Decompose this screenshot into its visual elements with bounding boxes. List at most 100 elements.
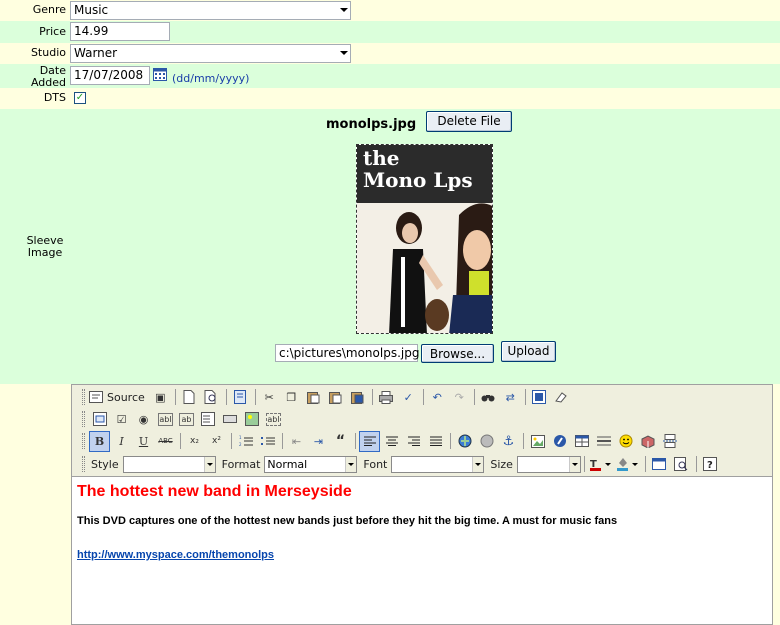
image-button-icon[interactable] (241, 409, 262, 430)
outdent-icon[interactable]: ⇤ (286, 431, 307, 452)
editor-toolbar: Source ▣ ✂ ❐ ✓ ↶ ↷ ⇄ ☑ ◉ abl ab abl B I … (72, 385, 772, 477)
sleeve-label-line2: Image (27, 246, 63, 259)
chevron-down-icon (203, 456, 215, 472)
button-field-icon[interactable] (219, 409, 240, 430)
toolbar-row-3: B I U ABC x₂ x² 12 ⇤ ⇥ “ ⚓ (82, 430, 681, 452)
upload-button[interactable]: Upload (501, 341, 556, 362)
content-link[interactable]: http://www.myspace.com/themonolps (77, 549, 767, 561)
source-button[interactable]: Source (89, 387, 149, 408)
remove-format-icon[interactable] (551, 387, 572, 408)
toolbar-separator (355, 433, 356, 449)
unlink-icon[interactable] (476, 431, 497, 452)
underline-button[interactable]: U (133, 431, 154, 452)
textfield-icon[interactable]: abl (158, 412, 173, 426)
align-right-icon[interactable] (403, 431, 424, 452)
numbered-list-icon[interactable]: 12 (235, 431, 256, 452)
format-combo[interactable]: Normal (264, 455, 358, 473)
content-heading: The hottest new band in Merseyside (77, 483, 352, 500)
radio-icon[interactable]: ◉ (133, 409, 154, 430)
find-icon[interactable] (478, 387, 499, 408)
toolbar-separator (371, 389, 373, 405)
bold-button[interactable]: B (89, 430, 110, 452)
toolbar-row-2: ☑ ◉ abl ab abl (82, 408, 284, 430)
paste-icon[interactable] (303, 387, 324, 408)
delete-file-button[interactable]: Delete File (426, 111, 512, 132)
spellcheck-icon[interactable]: ✓ (398, 387, 419, 408)
date-added-row: Date Added 17/07/2008 (dd/mm/yyyy) (0, 64, 780, 89)
background-color-icon[interactable] (615, 454, 641, 475)
paste-text-icon[interactable] (325, 387, 346, 408)
select-field-icon[interactable] (197, 409, 218, 430)
help-icon[interactable]: ? (700, 454, 721, 475)
hidden-field-icon[interactable]: abl (266, 412, 281, 426)
indent-icon[interactable]: ⇥ (308, 431, 329, 452)
browse-button[interactable]: Browse... (421, 344, 494, 363)
dts-checkbox[interactable]: ✓ (74, 92, 86, 104)
page-break-icon[interactable] (659, 431, 680, 452)
price-row: Price 14.99 (0, 21, 780, 43)
anchor-icon[interactable]: ⚓ (498, 431, 519, 452)
studio-label: Studio (30, 46, 66, 59)
toolbar-separator (254, 389, 256, 405)
subscript-button[interactable]: x₂ (184, 431, 205, 452)
align-justify-icon[interactable] (425, 431, 446, 452)
redo-icon[interactable]: ↷ (449, 387, 470, 408)
checkbox-icon[interactable]: ☑ (111, 409, 132, 430)
flash-icon[interactable] (549, 431, 570, 452)
align-left-icon[interactable] (359, 430, 380, 452)
genre-label: Genre (32, 3, 66, 16)
chevron-down-icon (472, 456, 484, 472)
copy-icon[interactable]: ❐ (281, 387, 302, 408)
textarea-icon[interactable]: ab (179, 412, 194, 426)
select-all-icon[interactable] (529, 387, 550, 408)
bullet-list-icon[interactable] (257, 431, 278, 452)
form-icon[interactable] (89, 409, 110, 430)
calendar-icon[interactable] (153, 68, 167, 81)
image-icon[interactable] (527, 431, 548, 452)
cut-icon[interactable]: ✂ (259, 387, 280, 408)
special-char-icon[interactable] (637, 431, 658, 452)
toolbar-separator (644, 456, 646, 472)
toolbar-grip (82, 411, 85, 427)
smiley-icon[interactable] (615, 431, 636, 452)
text-color-icon[interactable]: T (588, 454, 614, 475)
editor-content[interactable]: The hottest new band in Merseyside This … (77, 481, 767, 561)
genre-select[interactable]: Music (70, 1, 351, 20)
maximize-icon[interactable] (649, 454, 670, 475)
preview-icon[interactable] (201, 387, 222, 408)
genre-row: Genre Music (0, 0, 780, 21)
dts-row: DTS ✓ (0, 88, 780, 109)
toolbar-separator (174, 389, 176, 405)
date-added-input[interactable]: 17/07/2008 (70, 66, 150, 85)
size-combo[interactable] (516, 455, 581, 473)
undo-icon[interactable]: ↶ (427, 387, 448, 408)
new-page-icon[interactable] (179, 387, 200, 408)
studio-select-value: Warner (74, 46, 118, 60)
show-blocks-icon[interactable] (671, 454, 692, 475)
toolbar-row-1: Source ▣ ✂ ❐ ✓ ↶ ↷ ⇄ (82, 386, 573, 408)
paste-word-icon[interactable] (347, 387, 368, 408)
studio-select[interactable]: Warner (70, 44, 351, 63)
horizontal-rule-icon[interactable] (593, 431, 614, 452)
save-icon[interactable]: ▣ (150, 387, 171, 408)
strikethrough-button[interactable]: ABC (155, 431, 176, 452)
format-combo-value: Normal (267, 457, 308, 471)
sleeve-label: Sleeve Image (0, 109, 94, 384)
superscript-button[interactable]: x² (206, 431, 227, 452)
date-format-hint: (dd/mm/yyyy) (172, 72, 250, 85)
upload-path-input[interactable]: c:\pictures\monolps.jpg (275, 344, 419, 362)
svg-text:1: 1 (239, 435, 242, 440)
italic-button[interactable]: I (111, 431, 132, 452)
replace-icon[interactable]: ⇄ (500, 387, 521, 408)
link-icon[interactable] (454, 431, 475, 452)
toolbar-separator (583, 456, 585, 472)
align-center-icon[interactable] (381, 431, 402, 452)
font-combo[interactable] (391, 455, 485, 473)
templates-icon[interactable] (230, 387, 251, 408)
print-icon[interactable] (376, 387, 397, 408)
table-icon[interactable] (571, 431, 592, 452)
toolbar-separator (695, 456, 697, 472)
price-input[interactable]: 14.99 (70, 22, 170, 41)
blockquote-icon[interactable]: “ (330, 431, 351, 452)
style-combo[interactable] (122, 455, 216, 473)
